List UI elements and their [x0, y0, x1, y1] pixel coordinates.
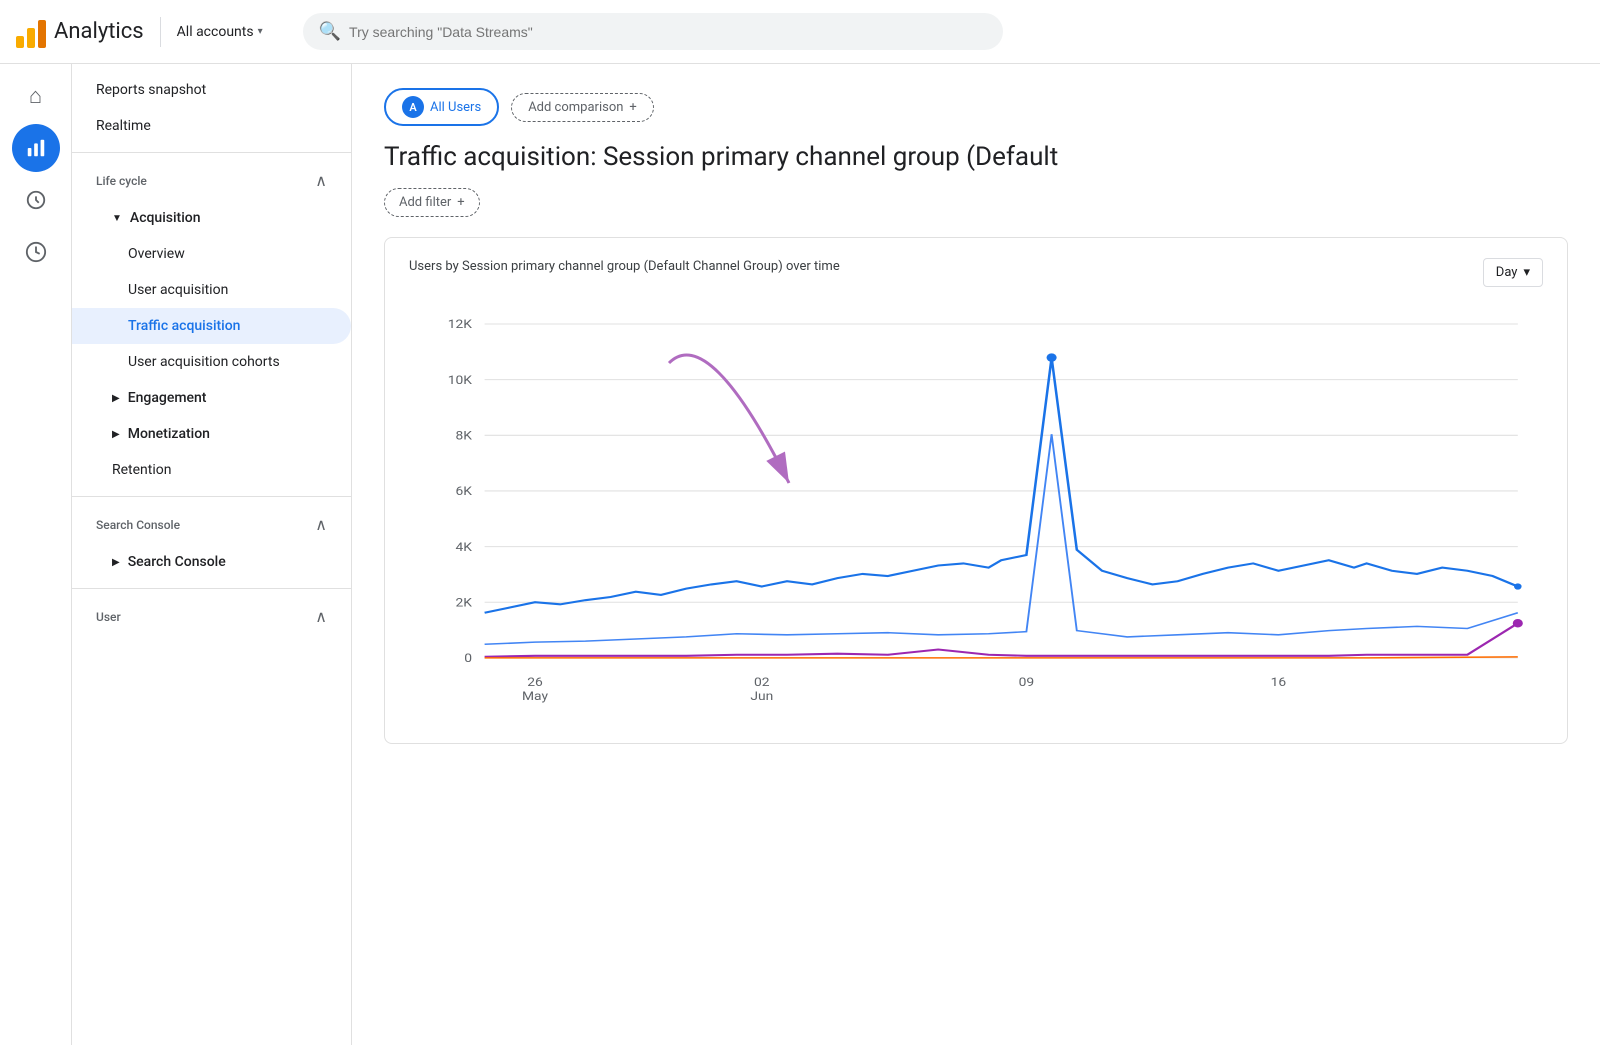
svg-text:6K: 6K	[456, 485, 472, 499]
add-filter-button[interactable]: Add filter +	[384, 188, 480, 217]
logo-bar-3	[38, 20, 46, 48]
user-section-header[interactable]: User ∧	[72, 597, 351, 636]
svg-text:0: 0	[464, 652, 472, 666]
logo-bar-1	[16, 36, 24, 48]
lifecycle-section-header[interactable]: Life cycle ∧	[72, 161, 351, 200]
sidebar-item-user-acquisition-cohorts[interactable]: User acquisition cohorts	[72, 344, 351, 380]
icon-nav: ⌂	[0, 64, 72, 1045]
all-users-segment[interactable]: A All Users	[384, 88, 499, 126]
add-comparison-label: Add comparison	[528, 100, 623, 115]
divider-3	[72, 588, 351, 589]
day-label: Day	[1496, 265, 1518, 280]
add-comparison-button[interactable]: Add comparison +	[511, 93, 654, 122]
traffic-acquisition-label: Traffic acquisition	[128, 318, 240, 334]
app-title: Analytics	[54, 19, 144, 44]
user-collapse-icon: ∧	[315, 607, 327, 626]
svg-text:09: 09	[1019, 676, 1035, 690]
search-input[interactable]	[349, 24, 987, 40]
svg-text:May: May	[522, 690, 548, 704]
chart-title: Users by Session primary channel group (…	[409, 258, 840, 276]
chevron-down-icon: ▾	[258, 26, 263, 37]
monetization-label: Monetization	[128, 426, 210, 442]
lifecycle-label: Life cycle	[96, 174, 147, 188]
account-selector[interactable]: All accounts ▾	[177, 24, 263, 40]
page-title: Traffic acquisition: Session primary cha…	[384, 142, 1568, 172]
search-console-expand-icon: ▶	[112, 557, 120, 568]
reports-snapshot-label: Reports snapshot	[96, 82, 206, 98]
overview-label: Overview	[128, 246, 185, 262]
retention-label: Retention	[112, 462, 172, 478]
header-divider	[160, 17, 161, 47]
svg-text:8K: 8K	[456, 430, 472, 444]
divider-2	[72, 496, 351, 497]
day-dropdown-icon: ▾	[1523, 265, 1530, 280]
sidebar-item-overview[interactable]: Overview	[72, 236, 351, 272]
acquisition-label: Acquisition	[130, 210, 201, 226]
search-container: 🔍	[303, 13, 1003, 50]
svg-text:Jun: Jun	[750, 690, 773, 704]
user-acquisition-cohorts-label: User acquisition cohorts	[128, 354, 280, 370]
divider-1	[72, 152, 351, 153]
main-content: A All Users Add comparison + Traffic acq…	[352, 64, 1600, 1045]
sidebar-item-retention[interactable]: Retention	[72, 452, 351, 488]
add-filter-icon: +	[457, 195, 464, 210]
svg-text:2K: 2K	[456, 596, 472, 610]
svg-text:02: 02	[754, 676, 770, 690]
sidebar-item-reports-snapshot[interactable]: Reports snapshot	[72, 72, 351, 108]
chart-svg: 12K 10K 8K 6K 4K 2K 0	[409, 303, 1543, 723]
nav-home[interactable]: ⌂	[12, 72, 60, 120]
sidebar-item-monetization[interactable]: ▶ Monetization	[72, 416, 351, 452]
svg-text:10K: 10K	[448, 374, 472, 388]
user-section-label: User	[96, 610, 121, 624]
app-body: ⌂ Reports snapshot Realtime Life cycle ∧…	[0, 64, 1600, 1045]
chart-area: 12K 10K 8K 6K 4K 2K 0	[409, 303, 1543, 723]
segment-avatar: A	[402, 96, 424, 118]
logo-icon	[16, 16, 46, 48]
logo: Analytics	[16, 16, 144, 48]
monetization-expand-icon: ▶	[112, 429, 120, 440]
engagement-label: Engagement	[128, 390, 207, 406]
search-console-collapse-icon: ∧	[315, 515, 327, 534]
header: Analytics All accounts ▾ 🔍	[0, 0, 1600, 64]
sidebar-item-acquisition[interactable]: ▼ Acquisition	[72, 200, 351, 236]
search-icon: 🔍	[319, 21, 341, 42]
search-console-label: Search Console	[128, 554, 226, 570]
user-acquisition-label: User acquisition	[128, 282, 228, 298]
svg-text:16: 16	[1271, 676, 1287, 690]
lifecycle-collapse-icon: ∧	[315, 171, 327, 190]
sidebar: Reports snapshot Realtime Life cycle ∧ ▼…	[72, 64, 352, 1045]
add-filter-label: Add filter	[399, 195, 451, 210]
nav-activity[interactable]	[12, 176, 60, 224]
account-label: All accounts	[177, 24, 254, 40]
segment-row: A All Users Add comparison +	[384, 88, 1568, 126]
svg-text:12K: 12K	[448, 318, 472, 332]
logo-bar-2	[27, 28, 35, 48]
realtime-label: Realtime	[96, 118, 151, 134]
chart-section: Users by Session primary channel group (…	[384, 237, 1568, 744]
nav-reports[interactable]	[12, 124, 60, 172]
sidebar-item-traffic-acquisition[interactable]: Traffic acquisition	[72, 308, 351, 344]
acquisition-expand-icon: ▼	[112, 213, 122, 224]
search-bar[interactable]: 🔍	[303, 13, 1003, 50]
nav-integrations[interactable]	[12, 228, 60, 276]
all-users-label: All Users	[430, 100, 481, 115]
sidebar-item-engagement[interactable]: ▶ Engagement	[72, 380, 351, 416]
svg-text:4K: 4K	[456, 541, 472, 555]
sidebar-item-realtime[interactable]: Realtime	[72, 108, 351, 144]
filter-row: Add filter +	[384, 188, 1568, 217]
search-console-section-label: Search Console	[96, 518, 180, 532]
svg-text:26: 26	[527, 676, 543, 690]
add-comparison-icon: +	[629, 100, 636, 115]
engagement-expand-icon: ▶	[112, 393, 120, 404]
sidebar-item-user-acquisition[interactable]: User acquisition	[72, 272, 351, 308]
day-select-dropdown[interactable]: Day ▾	[1483, 258, 1543, 287]
search-console-section-header[interactable]: Search Console ∧	[72, 505, 351, 544]
chart-header: Users by Session primary channel group (…	[409, 258, 1543, 287]
sidebar-item-search-console[interactable]: ▶ Search Console	[72, 544, 351, 580]
